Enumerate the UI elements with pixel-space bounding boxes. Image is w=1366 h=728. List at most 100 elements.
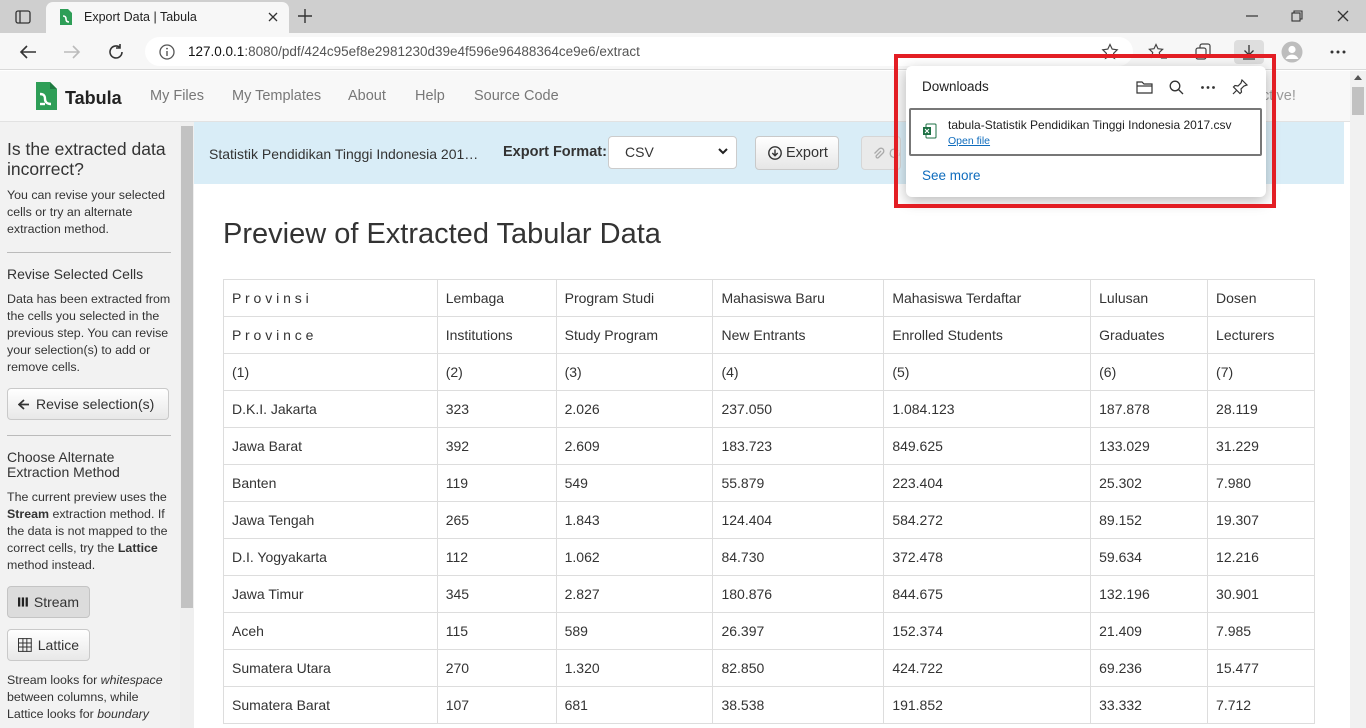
divider [7, 252, 171, 253]
minimize-icon[interactable] [1240, 5, 1264, 27]
revise-selection-button[interactable]: Revise selection(s) [7, 388, 169, 420]
brand[interactable]: Tabula [33, 81, 122, 116]
table-row: (1) (2) (3) (4) (5) (6) (7) [223, 353, 1315, 391]
info-icon[interactable] [159, 44, 175, 65]
lattice-button[interactable]: Lattice [7, 629, 90, 661]
sidebar: Is the extracted data incorrect? You can… [0, 122, 180, 728]
table-cell: 223.404 [883, 464, 1092, 502]
chevron-down-icon [718, 148, 728, 155]
table-cell: 424.722 [883, 649, 1092, 687]
stream-button[interactable]: Stream [7, 586, 90, 618]
table-cell: 31.229 [1207, 427, 1315, 465]
table-cell: 26.397 [712, 612, 885, 650]
table-cell: P r o v i n s i [223, 279, 438, 317]
page-scrollbar-thumb[interactable] [1352, 87, 1364, 115]
url-path: :8080/pdf/424c95ef8e2981230d39e4f596e964… [244, 44, 640, 59]
table-cell: New Entrants [712, 316, 885, 354]
table-row: D.K.I. Jakarta 323 2.026 237.050 1.084.123 18… [223, 390, 1315, 428]
table-cell: Sumatera Utara [223, 649, 438, 687]
table-cell: 1.084.123 [883, 390, 1092, 428]
table-cell: 849.625 [883, 427, 1092, 465]
revise-selection-label: Revise selection(s) [36, 396, 155, 412]
table-cell: 84.730 [712, 538, 885, 576]
table-cell: 69.236 [1090, 649, 1209, 687]
table-cell: 112 [436, 538, 557, 576]
table-cell: 1.320 [555, 649, 714, 687]
tab-actions-icon[interactable] [12, 6, 34, 28]
stream-icon [18, 597, 28, 607]
table-cell: Dosen [1207, 279, 1315, 317]
table-cell: Jawa Tengah [223, 501, 438, 539]
reload-icon[interactable] [104, 40, 128, 64]
scroll-up-icon[interactable] [1354, 75, 1362, 80]
table-cell: 191.852 [883, 686, 1092, 724]
back-icon[interactable] [16, 40, 40, 64]
export-format-value: CSV [625, 144, 654, 160]
restore-icon[interactable] [1285, 5, 1309, 27]
table-cell: 7.712 [1207, 686, 1315, 724]
method-text-part: method instead. [7, 558, 96, 572]
table-cell: 265 [436, 501, 557, 539]
table-row: P r o v i n s i Lembaga Program Studi Mahas… [223, 279, 1315, 317]
table-cell: 237.050 [712, 390, 885, 428]
table-cell: 392 [436, 427, 557, 465]
nav-about[interactable]: About [348, 88, 386, 104]
profile-avatar-icon[interactable] [1280, 40, 1304, 64]
browser-tab-strip: Export Data | Tabula [0, 0, 1366, 33]
table-cell: 549 [555, 464, 714, 502]
table-cell: 12.216 [1207, 538, 1315, 576]
table-cell: Banten [223, 464, 438, 502]
table-cell: 55.879 [712, 464, 885, 502]
table-cell: (4) [712, 353, 885, 391]
export-button[interactable]: Export [755, 136, 839, 170]
sidebar-scrollbar-thumb[interactable] [181, 126, 193, 608]
table-row: D.I. Yogyakarta 112 1.062 84.730 372.478 59.6… [223, 538, 1315, 576]
more-options-icon[interactable] [1326, 40, 1350, 64]
paperclip-icon [874, 147, 885, 159]
table-cell: Program Studi [555, 279, 714, 317]
forward-icon[interactable] [60, 40, 84, 64]
table-row: Jawa Timur 345 2.827 180.876 844.675 132.196 3… [223, 575, 1315, 613]
table-cell: 115 [436, 612, 557, 650]
nav-my-templates[interactable]: My Templates [232, 88, 321, 104]
table-row: Jawa Tengah 265 1.843 124.404 584.272 89.152 1… [223, 501, 1315, 539]
export-label: Export [786, 145, 828, 161]
new-tab-icon[interactable] [294, 5, 316, 27]
table-row: Aceh 115 589 26.397 152.374 21.409 7.985 [223, 612, 1315, 650]
sidebar-heading: Is the extracted data incorrect? [7, 139, 166, 179]
nav-help[interactable]: Help [415, 88, 445, 104]
table-cell: Institutions [436, 316, 557, 354]
table-cell: (6) [1090, 353, 1209, 391]
table-cell: 28.119 [1207, 390, 1315, 428]
table-cell: 2.609 [555, 427, 714, 465]
nav-source-code[interactable]: Source Code [474, 88, 559, 104]
browser-tab-active[interactable]: Export Data | Tabula [46, 2, 289, 33]
pdf-file-name: Statistik Pendidikan Tinggi Indonesia 20… [209, 146, 479, 162]
table-cell: Enrolled Students [883, 316, 1092, 354]
table-cell: 1.062 [555, 538, 714, 576]
table-cell: 187.878 [1090, 390, 1209, 428]
tab-close-icon[interactable] [264, 8, 282, 26]
table-cell: 844.675 [883, 575, 1092, 613]
tab-title: Export Data | Tabula [84, 10, 197, 24]
stream-label: Stream [33, 594, 79, 610]
export-format-select[interactable]: CSV [608, 136, 737, 169]
close-window-icon[interactable] [1331, 5, 1355, 27]
lattice-label: Lattice [37, 637, 79, 653]
table-cell: 323 [436, 390, 557, 428]
nav-my-files[interactable]: My Files [150, 88, 204, 104]
method-heading: Choose Alternate Extraction Method [7, 449, 120, 480]
arrow-left-icon [18, 398, 29, 410]
table-cell: (1) [223, 353, 438, 391]
sidebar-scrollbar[interactable] [180, 122, 194, 728]
preview-table: P r o v i n s i Lembaga Program Studi Mahas… [223, 279, 1315, 724]
table-cell: 7.980 [1207, 464, 1315, 502]
page-scrollbar[interactable] [1350, 71, 1366, 728]
table-cell: P r o v i n c e [223, 316, 438, 354]
table-cell: Graduates [1090, 316, 1209, 354]
footnote-part: Stream looks for [7, 673, 101, 687]
table-cell: 584.272 [883, 501, 1092, 539]
table-cell: 38.538 [712, 686, 885, 724]
table-row: Jawa Barat 392 2.609 183.723 849.625 133.029 3… [223, 427, 1315, 465]
table-cell: Lembaga [436, 279, 557, 317]
